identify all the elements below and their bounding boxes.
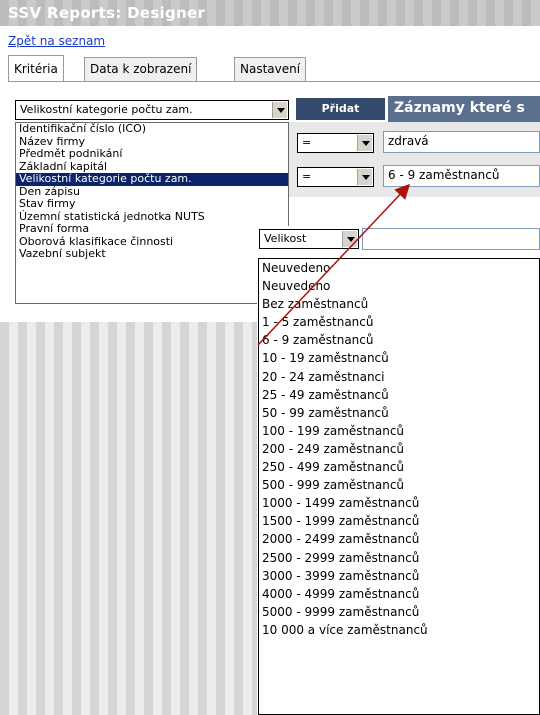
chevron-down-icon[interactable]: [342, 231, 357, 247]
criteria-value-1: zdravá: [388, 134, 429, 148]
value-options-list[interactable]: Neuvedeno Neuvedeno Bez zaměstnanců 1 - 5 z…: [258, 258, 540, 715]
title-bar: SSV Reports: Designer: [0, 0, 540, 26]
chevron-down-icon[interactable]: [272, 102, 287, 118]
operator-select-1[interactable]: =: [297, 133, 374, 153]
operator-value-2: =: [302, 170, 312, 183]
value-option[interactable]: 3000 - 3999 zaměstnanců: [259, 567, 539, 585]
criteria-value-input-1[interactable]: zdravá: [383, 131, 540, 153]
back-to-list-link[interactable]: Zpět na seznam: [8, 34, 105, 48]
field-list-item[interactable]: Předmět podnikání: [16, 147, 288, 161]
popup-select-value: Velikost: [264, 232, 307, 245]
add-button[interactable]: Přidat: [296, 98, 385, 120]
field-list-item[interactable]: Vazební subjekt: [16, 247, 288, 261]
chevron-down-icon[interactable]: [357, 169, 372, 185]
value-option[interactable]: 2000 - 2499 zaměstnanců: [259, 530, 539, 548]
records-header: Záznamy které s: [388, 96, 540, 122]
field-listbox[interactable]: Identifikační číslo (IČO) Název firmy Před…: [15, 122, 289, 304]
criteria-value-input-2[interactable]: 6 - 9 zaměstnanců: [383, 165, 540, 187]
criteria-value-2: 6 - 9 zaměstnanců: [388, 168, 500, 182]
field-list-item[interactable]: Pravní forma: [16, 222, 288, 236]
tab-settings[interactable]: Nastavení: [234, 57, 307, 82]
value-option[interactable]: 250 - 499 zaměstnanců: [259, 458, 539, 476]
field-select[interactable]: Velikostní kategorie počtu zam.: [15, 100, 289, 120]
value-option[interactable]: 1 - 5 zaměstnanců: [259, 313, 539, 331]
field-list-item[interactable]: Stav firmy: [16, 197, 288, 211]
app-title: SSV Reports: Designer: [8, 4, 206, 22]
value-option[interactable]: 2500 - 2999 zaměstnanců: [259, 549, 539, 567]
value-option[interactable]: 6 - 9 zaměstnanců: [259, 331, 539, 349]
value-option[interactable]: 500 - 999 zaměstnanců: [259, 476, 539, 494]
value-option[interactable]: 4000 - 4999 zaměstnanců: [259, 585, 539, 603]
field-list-item[interactable]: Velikostní kategorie počtu zam.: [16, 172, 288, 186]
operator-value-1: =: [302, 136, 312, 149]
value-option[interactable]: 5000 - 9999 zaměstnanců: [259, 603, 539, 621]
value-option[interactable]: Neuvedeno: [259, 277, 539, 295]
value-option[interactable]: 200 - 249 zaměstnanců: [259, 440, 539, 458]
value-option[interactable]: Bez zaměstnanců: [259, 295, 539, 313]
value-option[interactable]: 1000 - 1499 zaměstnanců: [259, 494, 539, 512]
value-option[interactable]: 100 - 199 zaměstnanců: [259, 422, 539, 440]
popup-select[interactable]: Velikost: [259, 229, 359, 249]
value-option[interactable]: Neuvedeno: [259, 259, 539, 277]
records-header-label: Záznamy které s: [394, 100, 525, 116]
popup-filter-input[interactable]: [362, 228, 540, 250]
tab-criteria[interactable]: Kritéria: [8, 55, 64, 82]
value-option[interactable]: 1500 - 1999 zaměstnanců: [259, 512, 539, 530]
value-option[interactable]: 25 - 49 zaměstnanců: [259, 386, 539, 404]
value-option[interactable]: 50 - 99 zaměstnanců: [259, 404, 539, 422]
field-select-value: Velikostní kategorie počtu zam.: [20, 103, 193, 116]
chevron-down-icon[interactable]: [357, 135, 372, 151]
field-list-item[interactable]: Identifikační číslo (IČO): [16, 123, 288, 136]
operator-select-2[interactable]: =: [297, 167, 374, 187]
value-option[interactable]: 20 - 24 zaměstnanci: [259, 368, 539, 386]
value-option[interactable]: 10 - 19 zaměstnanců: [259, 349, 539, 367]
tab-divider: [8, 81, 540, 82]
tab-data-display[interactable]: Data k zobrazení: [84, 57, 198, 82]
value-option[interactable]: 10 000 a více zaměstnanců: [259, 621, 539, 639]
